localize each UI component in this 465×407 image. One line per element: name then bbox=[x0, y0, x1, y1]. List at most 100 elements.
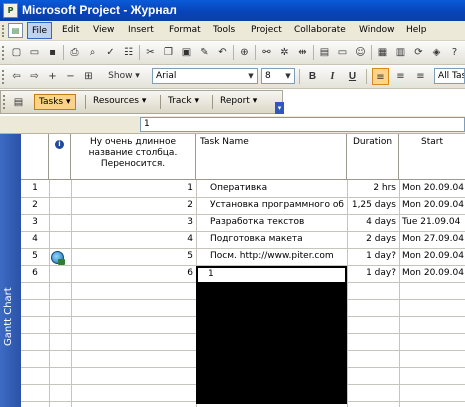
toolbar-grip[interactable] bbox=[2, 46, 5, 60]
row-id[interactable]: 5 bbox=[21, 248, 49, 265]
row-id[interactable]: 3 bbox=[21, 214, 49, 231]
group-icon[interactable]: ▦ bbox=[374, 44, 391, 61]
start-cell[interactable]: Mon 20.09.04 bbox=[402, 180, 465, 197]
align-right-icon[interactable]: ≡ bbox=[412, 68, 429, 85]
new-icon[interactable]: ▢ bbox=[8, 44, 25, 61]
menu-edit[interactable]: Edit bbox=[62, 25, 79, 35]
cut-icon[interactable]: ✂ bbox=[142, 44, 159, 61]
duration-cell[interactable]: 4 days bbox=[347, 214, 396, 231]
duration-cell[interactable]: 2 hrs bbox=[347, 180, 396, 197]
duration-column-header[interactable]: Duration bbox=[347, 134, 399, 180]
undo-icon[interactable]: ↶ bbox=[214, 44, 231, 61]
link-tasks-icon[interactable]: ⚯ bbox=[258, 44, 275, 61]
spelling-icon[interactable]: ✓ bbox=[102, 44, 119, 61]
duration-cell[interactable]: 1,25 days bbox=[347, 197, 396, 214]
menu-collaborate[interactable]: Collaborate bbox=[294, 25, 346, 35]
arrow-left-icon[interactable]: ⇦ bbox=[8, 68, 25, 85]
custom-cell[interactable]: 4 bbox=[71, 231, 193, 248]
format-painter-icon[interactable]: ✎ bbox=[196, 44, 213, 61]
italic-button[interactable]: I bbox=[324, 68, 341, 85]
save-icon[interactable]: ▪ bbox=[44, 44, 61, 61]
menu-grip-handle[interactable] bbox=[2, 25, 5, 37]
guide-report-button[interactable]: Report ▾ bbox=[216, 94, 261, 110]
menu-insert[interactable]: Insert bbox=[128, 25, 154, 35]
start-column-header[interactable]: Start bbox=[399, 134, 465, 180]
start-cell[interactable]: Tue 21.09.04 bbox=[402, 214, 465, 231]
underline-button[interactable]: U bbox=[344, 68, 361, 85]
toolbar-grip[interactable] bbox=[3, 95, 6, 109]
bold-button[interactable]: B bbox=[304, 68, 321, 85]
paste-icon[interactable]: ▣ bbox=[178, 44, 195, 61]
task-information-icon[interactable]: ▤ bbox=[316, 44, 333, 61]
align-center-icon[interactable]: ≡ bbox=[392, 68, 409, 85]
start-cell[interactable]: Mon 20.09.04 bbox=[402, 265, 465, 282]
duration-cell[interactable]: 1 day? bbox=[347, 248, 396, 265]
task-name-column-header[interactable]: Task Name bbox=[196, 134, 347, 180]
menu-tools[interactable]: Tools bbox=[213, 25, 235, 35]
start-cell[interactable]: Mon 20.09.04 bbox=[402, 197, 465, 214]
custom-cell[interactable]: 3 bbox=[71, 214, 193, 231]
outline-minus-icon[interactable]: − bbox=[62, 68, 79, 85]
entry-field[interactable]: 1 bbox=[140, 117, 465, 132]
menu-window[interactable]: Window bbox=[359, 25, 395, 35]
assign-resources-icon[interactable]: ☺ bbox=[352, 44, 369, 61]
guide-resources-button[interactable]: Resources ▾ bbox=[89, 94, 150, 110]
duration-cell[interactable]: 1 day? bbox=[347, 265, 396, 282]
custom-cell[interactable]: 6 bbox=[71, 265, 193, 282]
custom-cell[interactable]: 2 bbox=[71, 197, 193, 214]
menu-view[interactable]: View bbox=[93, 25, 114, 35]
print-preview-icon[interactable]: ⌕ bbox=[84, 44, 101, 61]
hyperlink-indicator-icon[interactable] bbox=[51, 251, 65, 265]
filter-select[interactable]: All Tas bbox=[434, 68, 465, 84]
split-task-icon[interactable]: ⇹ bbox=[294, 44, 311, 61]
task-name-cell[interactable]: Подготовка макета bbox=[210, 231, 345, 248]
hyperlink-icon[interactable]: ⊕ bbox=[236, 44, 253, 61]
toolbar-options-icon[interactable]: ▾ bbox=[275, 102, 284, 114]
show-subtasks-icon[interactable]: ⊞ bbox=[80, 68, 97, 85]
guide-tasks-button[interactable]: Tasks ▾ bbox=[34, 94, 76, 110]
publish-icon[interactable]: ▥ bbox=[392, 44, 409, 61]
font-size-select[interactable]: 8 ▼ bbox=[261, 68, 295, 84]
refresh-icon[interactable]: ⟳ bbox=[410, 44, 427, 61]
row-id[interactable]: 1 bbox=[21, 180, 49, 197]
open-icon[interactable]: ▭ bbox=[26, 44, 43, 61]
arrow-right-icon[interactable]: ⇨ bbox=[26, 68, 43, 85]
zoom-icon[interactable]: ◈ bbox=[428, 44, 445, 61]
task-name-cell[interactable]: Оперативка bbox=[210, 180, 345, 197]
menu-project[interactable]: Project bbox=[251, 25, 282, 35]
chevron-down-icon[interactable]: ▼ bbox=[246, 70, 256, 82]
task-name-cell[interactable]: Посм. http://www.piter.com bbox=[210, 248, 346, 265]
menu-file[interactable]: File bbox=[27, 22, 53, 39]
project-app-icon[interactable]: P bbox=[3, 3, 18, 18]
task-notes-icon[interactable]: ▭ bbox=[334, 44, 351, 61]
start-cell[interactable]: Mon 27.09.04 bbox=[402, 231, 465, 248]
start-cell[interactable]: Mon 20.09.04 bbox=[402, 248, 465, 265]
menu-format[interactable]: Format bbox=[169, 25, 201, 35]
indicators-column-header[interactable]: i bbox=[49, 134, 71, 180]
custom-cell[interactable]: 1 bbox=[71, 180, 193, 197]
guide-toggle-icon[interactable]: ▤ bbox=[10, 94, 27, 111]
copy-icon[interactable]: ❐ bbox=[160, 44, 177, 61]
unlink-tasks-icon[interactable]: ✲ bbox=[276, 44, 293, 61]
task-name-cell[interactable]: Разработка текстов bbox=[210, 214, 345, 231]
select-all-corner[interactable] bbox=[21, 134, 49, 180]
row-id[interactable]: 4 bbox=[21, 231, 49, 248]
duration-cell[interactable]: 2 days bbox=[347, 231, 396, 248]
show-dropdown[interactable]: Show ▾ bbox=[98, 68, 150, 85]
row-id[interactable]: 2 bbox=[21, 197, 49, 214]
font-select[interactable]: Arial ▼ bbox=[152, 68, 258, 84]
custom-cell[interactable]: 5 bbox=[71, 248, 193, 265]
research-icon[interactable]: ☷ bbox=[120, 44, 137, 61]
toolbar-grip[interactable] bbox=[2, 70, 5, 84]
custom-column-header[interactable]: Ну очень длинное название столбца. Перен… bbox=[71, 134, 196, 180]
print-icon[interactable]: ⎙ bbox=[66, 44, 83, 61]
row-id[interactable]: 6 bbox=[21, 265, 49, 282]
document-icon[interactable]: ▤ bbox=[8, 23, 23, 38]
help-icon[interactable]: ? bbox=[446, 44, 463, 61]
selection-block[interactable] bbox=[196, 272, 347, 404]
guide-track-button[interactable]: Track ▾ bbox=[164, 94, 203, 110]
outline-plus-icon[interactable]: + bbox=[44, 68, 61, 85]
align-left-icon[interactable]: ≡ bbox=[372, 68, 389, 85]
view-bar[interactable] bbox=[0, 134, 21, 407]
task-name-edit-cell[interactable]: 1 bbox=[196, 266, 347, 284]
